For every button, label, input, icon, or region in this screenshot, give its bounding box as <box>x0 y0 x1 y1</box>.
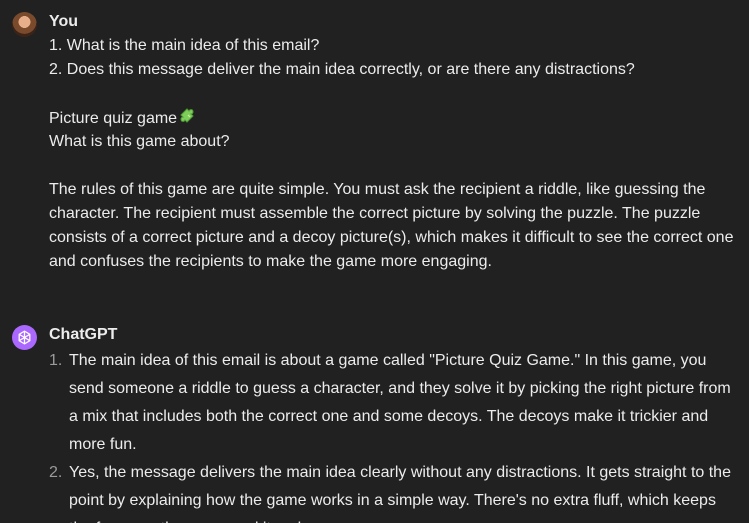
list-item-number: 1. <box>49 352 63 369</box>
list-item-text: The main idea of this email is about a g… <box>69 352 731 453</box>
list-item-text: Yes, the message delivers the main idea … <box>69 464 731 523</box>
list-item: 2. Yes, the message delivers the main id… <box>49 459 739 523</box>
list-item-number: 2. <box>49 464 63 481</box>
openai-logo-icon <box>12 325 37 350</box>
user-avatar <box>12 12 37 37</box>
game-title: Picture quiz game <box>49 110 178 127</box>
game-rules: The rules of this game are quite simple.… <box>49 181 734 270</box>
game-question: What is this game about? <box>49 133 230 150</box>
assistant-author-label: ChatGPT <box>49 326 118 343</box>
answer-list: 1. The main idea of this email is about … <box>49 347 739 523</box>
list-item: 1. The main idea of this email is about … <box>49 347 739 459</box>
user-author-label: You <box>49 13 79 30</box>
user-questions: 1. What is the main idea of this email? … <box>49 37 635 78</box>
